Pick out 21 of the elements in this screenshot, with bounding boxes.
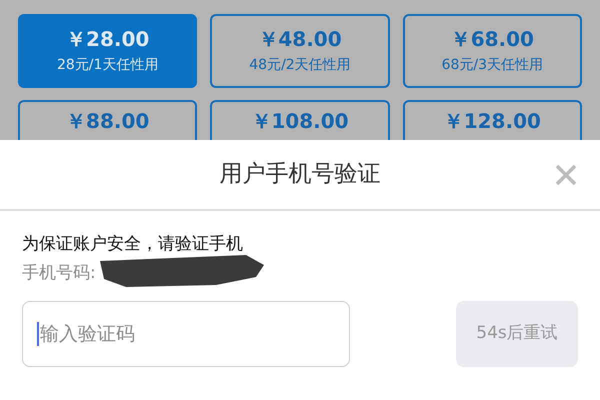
plan-card[interactable]: ￥128.00: [402, 100, 582, 140]
plan-price: ￥108.00: [251, 108, 349, 134]
plan-card[interactable]: ￥68.00 68元/3天任性用: [402, 14, 582, 88]
plan-price: ￥128.00: [444, 108, 541, 134]
plan-price: ￥48.00: [258, 26, 342, 52]
plan-card[interactable]: ￥48.00 48元/2天任性用: [210, 14, 390, 88]
plan-card[interactable]: ￥88.00: [18, 100, 198, 140]
security-message: 为保证账户安全，请验证手机: [22, 233, 244, 256]
plan-card[interactable]: ￥108.00: [210, 100, 390, 140]
code-input-field[interactable]: 输入验证码: [22, 301, 350, 367]
text-cursor: [37, 322, 39, 346]
dialog-title: 用户手机号验证: [220, 160, 380, 190]
plan-description: 28元/1天任性用: [56, 56, 158, 75]
close-icon[interactable]: [554, 163, 578, 187]
plan-price: ￥28.00: [66, 26, 150, 52]
phone-label: 手机号码:: [22, 262, 96, 285]
plan-description: 48元/2天任性用: [249, 56, 351, 75]
plan-description: 68元/3天任性用: [442, 56, 544, 75]
plan-price: ￥68.00: [450, 26, 534, 52]
plan-card[interactable]: ￥28.00 28元/1天任性用: [18, 14, 198, 88]
plan-price: ￥88.00: [66, 108, 150, 134]
